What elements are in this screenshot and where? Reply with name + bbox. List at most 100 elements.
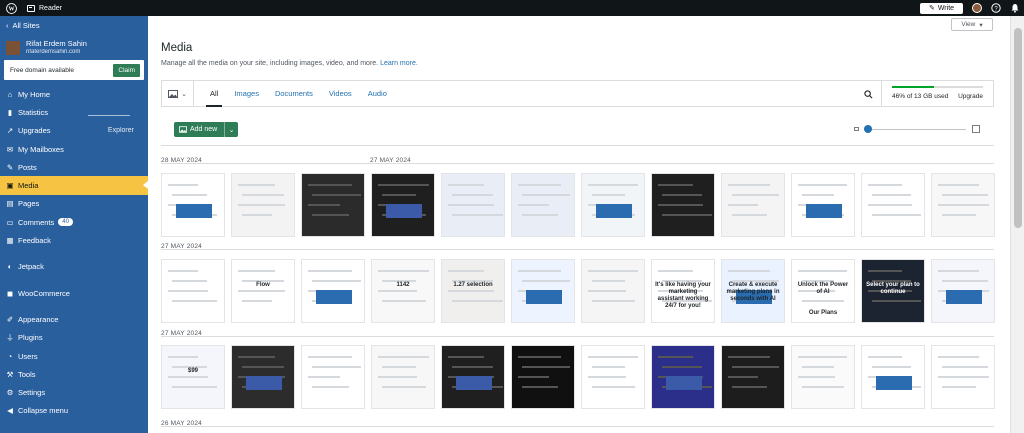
media-thumbnail[interactable]: [721, 345, 785, 409]
sidebar-item-upgrades[interactable]: ↗ Upgrades Explorer: [0, 122, 148, 140]
site-profile[interactable]: Rifat Erdem Sahin rifaterdemsahin.com: [0, 34, 148, 58]
sidebar-item-label: Upgrades: [18, 126, 51, 136]
media-thumbnail[interactable]: 1142: [371, 259, 435, 323]
claim-button[interactable]: Claim: [113, 63, 140, 77]
search-icon[interactable]: [861, 87, 875, 101]
sidebar-item-pages[interactable]: ▤ Pages: [0, 195, 148, 213]
media-thumbnail[interactable]: [931, 259, 995, 323]
sidebar-item-jetpack[interactable]: ◐ Jetpack: [0, 258, 148, 276]
media-thumbnail[interactable]: [301, 173, 365, 237]
media-row: Flow 1142 1.27 selection It's like having y…: [161, 259, 995, 323]
media-thumbnail[interactable]: [441, 345, 505, 409]
media-thumbnail[interactable]: [581, 259, 645, 323]
media-thumbnail[interactable]: [651, 173, 715, 237]
subtitle-text: Manage all the media on your site, inclu…: [161, 60, 379, 67]
reader-link[interactable]: Reader: [27, 4, 62, 12]
help-icon[interactable]: ?: [991, 3, 1001, 13]
media-thumbnail[interactable]: [581, 173, 645, 237]
upgrade-icon: ↗: [6, 126, 14, 136]
sidebar-item-users[interactable]: ◔ Users: [0, 347, 148, 365]
chevron-left-icon: ‹: [6, 20, 9, 30]
media-thumbnail[interactable]: [721, 173, 785, 237]
media-thumbnail[interactable]: [301, 259, 365, 323]
sidebar-item-comments[interactable]: ▭ Comments 40: [0, 213, 148, 231]
svg-text:W: W: [8, 6, 14, 12]
sidebar-item-statistics[interactable]: ▮ Statistics: [0, 103, 148, 121]
media-thumbnail[interactable]: [791, 173, 855, 237]
media-thumbnail[interactable]: [161, 173, 225, 237]
media-thumbnail[interactable]: [371, 345, 435, 409]
notifications-bell-icon[interactable]: [1010, 3, 1020, 13]
sidebar-item-media[interactable]: ▣ Media: [0, 176, 148, 195]
sidebar-item-my-home[interactable]: ⌂ My Home: [0, 85, 148, 103]
media-toolbar: Add new ⌄: [161, 118, 994, 146]
sidebar-item-appearance[interactable]: ✐ Appearance: [0, 310, 148, 328]
media-thumbnail[interactable]: It's like having your marketing assistan…: [651, 259, 715, 323]
sidebar-item-plugins[interactable]: ⏚ Plugins: [0, 329, 148, 347]
sidebar-item-feedback[interactable]: ▦ Feedback: [0, 231, 148, 249]
pencil-icon: ✎: [928, 5, 935, 12]
mail-icon: ✉: [6, 144, 14, 154]
plug-icon: ⏚: [6, 333, 14, 343]
media-thumbnail[interactable]: [511, 173, 575, 237]
sidebar-item-settings[interactable]: ⚙ Settings: [0, 383, 148, 401]
media-thumbnail[interactable]: [511, 345, 575, 409]
tab-audio[interactable]: Audio: [360, 81, 395, 106]
tab-images[interactable]: Images: [226, 81, 267, 106]
media-thumbnail[interactable]: [861, 173, 925, 237]
all-sites-link[interactable]: ‹ All Sites: [0, 16, 148, 34]
media-thumbnail[interactable]: [231, 345, 295, 409]
write-button[interactable]: ✎ Write: [920, 2, 963, 14]
sidebar-item-label: Tools: [18, 369, 36, 379]
sidebar-item-collapse-menu[interactable]: ◀ Collapse menu: [0, 402, 148, 420]
user-avatar[interactable]: [972, 3, 982, 13]
reader-icon: [27, 4, 35, 12]
thumbnail-text: It's like having your marketing assistan…: [655, 282, 711, 309]
wordpress-logo-icon[interactable]: W: [3, 0, 19, 16]
tab-videos[interactable]: Videos: [321, 81, 360, 106]
sidebar-item-posts[interactable]: ✎ Posts: [0, 158, 148, 176]
media-thumbnail[interactable]: [581, 345, 645, 409]
sidebar-item-tools[interactable]: ⚒ Tools: [0, 365, 148, 383]
thumbnail-text: Unlock the Power of AI: [797, 282, 849, 295]
tab-all[interactable]: All: [202, 81, 226, 107]
storage-usage: 46% of 13 GB used Upgrade: [881, 81, 993, 106]
zoom-slider-handle[interactable]: [864, 125, 873, 133]
small-image-icon: [854, 127, 859, 131]
upgrade-link[interactable]: Upgrade: [958, 93, 983, 100]
media-thumbnail[interactable]: Unlock the Power of AI Our Plans: [791, 259, 855, 323]
sidebar-item-woocommerce[interactable]: ◼ WooCommerce: [0, 284, 148, 302]
sidebar-item-label: WooCommerce: [18, 288, 70, 298]
media-thumbnail[interactable]: [861, 345, 925, 409]
media-thumbnail[interactable]: [931, 345, 995, 409]
media-thumbnail[interactable]: [371, 173, 435, 237]
tab-documents[interactable]: Documents: [267, 81, 321, 106]
media-thumbnail[interactable]: [301, 345, 365, 409]
media-thumbnail[interactable]: Select your plan to continue: [861, 259, 925, 323]
view-dropdown[interactable]: View ▾: [951, 18, 993, 31]
media-thumbnail[interactable]: [161, 259, 225, 323]
media-thumbnail[interactable]: [791, 345, 855, 409]
learn-more-link[interactable]: Learn more.: [380, 60, 418, 67]
sidebar-item-label: Feedback: [18, 236, 51, 246]
reader-label: Reader: [39, 4, 62, 12]
chevron-down-icon[interactable]: ⌄: [224, 122, 238, 137]
free-domain-text: Free domain available: [10, 66, 74, 74]
page-scrollbar[interactable]: [1010, 16, 1024, 433]
zoom-slider[interactable]: [854, 124, 980, 136]
plan-label: Explorer: [107, 127, 134, 135]
media-thumbnail[interactable]: 1.27 selection: [441, 259, 505, 323]
media-thumbnail[interactable]: $99: [161, 345, 225, 409]
media-thumbnail[interactable]: [931, 173, 995, 237]
add-new-button[interactable]: Add new ⌄: [174, 122, 238, 137]
media-thumbnail[interactable]: [231, 173, 295, 237]
media-thumbnail[interactable]: [441, 173, 505, 237]
media-thumbnail[interactable]: [651, 345, 715, 409]
home-icon: ⌂: [7, 89, 13, 99]
media-row: $99: [161, 345, 995, 409]
media-thumbnail[interactable]: Flow: [231, 259, 295, 323]
sidebar-item-my-mailboxes[interactable]: ✉ My Mailboxes: [0, 140, 148, 158]
media-thumbnail[interactable]: Create & execute marketing plans in seco…: [721, 259, 785, 323]
media-type-dropdown[interactable]: ⌄: [162, 81, 194, 106]
media-thumbnail[interactable]: [511, 259, 575, 323]
